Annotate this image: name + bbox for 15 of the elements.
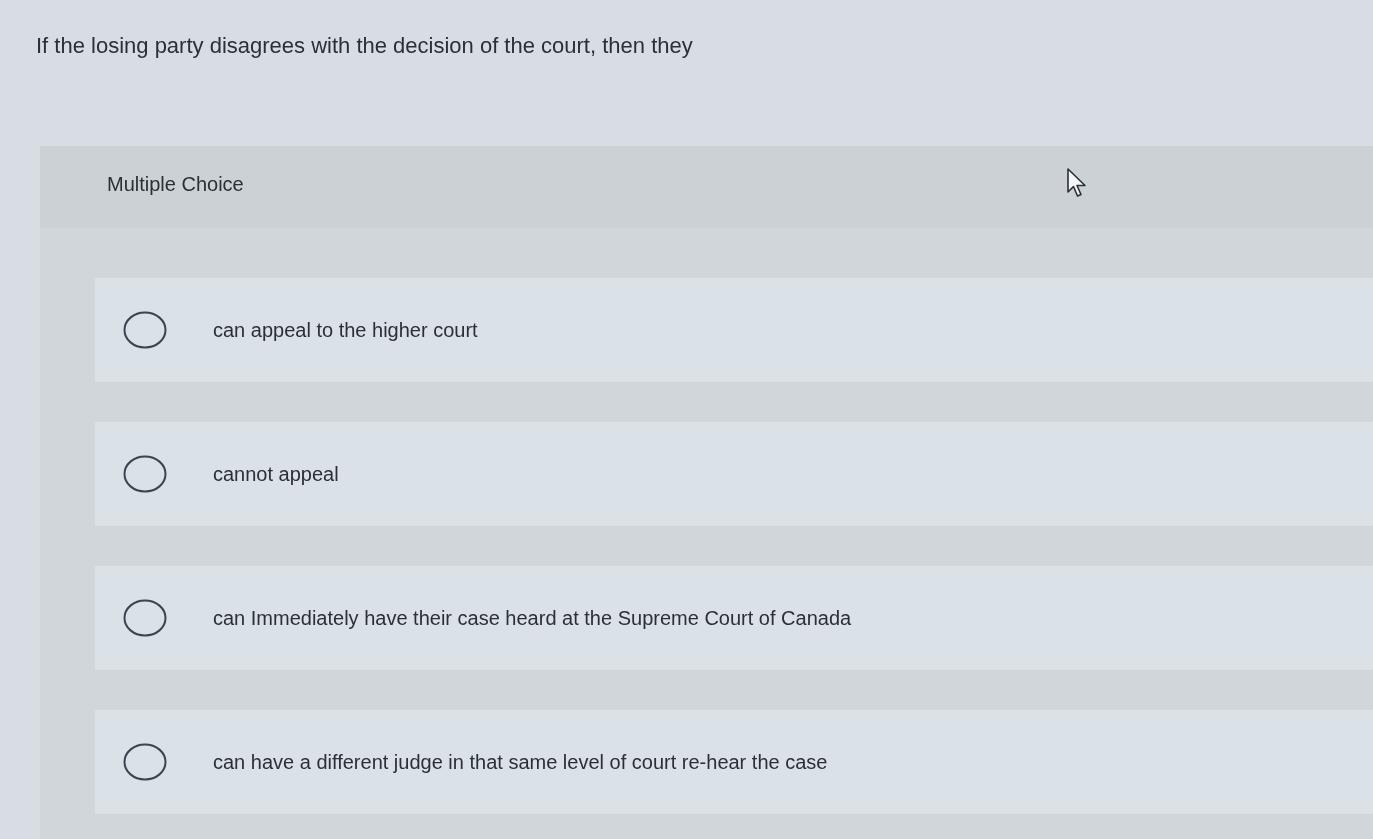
radio-button[interactable] xyxy=(123,743,167,781)
answer-option[interactable]: can appeal to the higher court xyxy=(95,278,1373,382)
answer-option[interactable]: can have a different judge in that same level of court re-hear the case xyxy=(95,710,1373,814)
option-label: can have a different judge in that same level of court re-hear the case xyxy=(213,750,828,774)
answer-option[interactable]: can Immediately have their case heard at the Supreme Court of Canada xyxy=(95,566,1373,670)
answer-option[interactable]: cannot appeal xyxy=(95,422,1373,526)
question-type-label: Multiple Choice xyxy=(107,172,244,196)
option-label: cannot appeal xyxy=(213,462,339,486)
question-text: If the losing party disagrees with the decision of the court, then they xyxy=(35,32,693,60)
option-label: can Immediately have their case heard at the Supreme Court of Canada xyxy=(213,606,852,630)
radio-button[interactable] xyxy=(123,599,167,637)
radio-button[interactable] xyxy=(123,311,167,349)
option-label: can appeal to the higher court xyxy=(213,318,478,342)
radio-button[interactable] xyxy=(123,455,167,493)
mouse-pointer-icon xyxy=(1067,168,1087,198)
